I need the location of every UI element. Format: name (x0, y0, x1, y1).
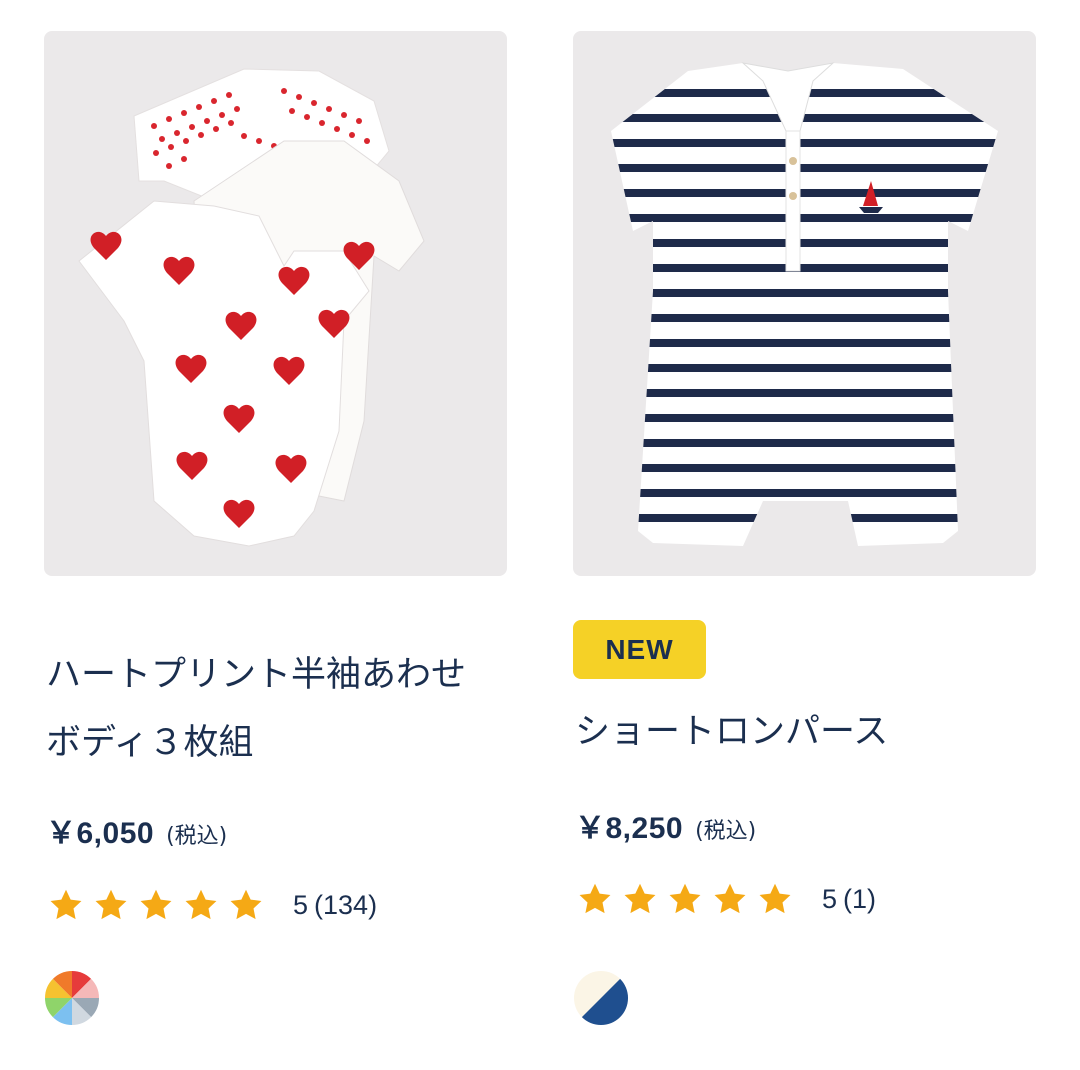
star-icon (577, 881, 613, 917)
star-rating (48, 887, 273, 923)
price: ￥6,050 (46, 817, 155, 850)
price: ￥8,250 (575, 812, 684, 845)
heart-bodysuits-illustration (78, 68, 425, 547)
rating-summary: 5 (1) (822, 884, 876, 915)
rating-row[interactable]: 5 (134) (48, 885, 377, 925)
rating-summary: 5 (134) (293, 890, 377, 921)
star-icon (622, 881, 658, 917)
tax-label: (税込) (695, 819, 757, 844)
price-row: ￥6,050 (税込) (46, 808, 227, 852)
rating-value: 5 (822, 883, 838, 914)
star-icon (183, 887, 219, 923)
product-title-line-2: ボディ３枚組 (46, 723, 254, 763)
price-row: ￥8,250 (税込) (575, 803, 756, 847)
new-badge: NEW (573, 620, 706, 679)
star-rating (577, 881, 802, 917)
product-title-line-1: ハートプリント半袖あわせ (46, 655, 467, 695)
star-icon (228, 887, 264, 923)
tax-label: (税込) (166, 824, 228, 849)
product-card-short-romper[interactable]: NEW ショートロンパース ￥8,250 (税込) 5 (1) (573, 0, 1036, 1070)
star-icon (48, 887, 84, 923)
product-image[interactable] (44, 31, 507, 576)
review-count: (1) (843, 883, 877, 914)
multicolor-swatch[interactable] (44, 970, 100, 1026)
product-title-line-1: ショートロンパース (575, 712, 889, 752)
product-title[interactable]: ハートプリント半袖あわせ ボディ３枚組 (46, 641, 516, 777)
star-icon (93, 887, 129, 923)
star-icon (138, 887, 174, 923)
product-image[interactable] (573, 31, 1036, 576)
product-title[interactable]: ショートロンパース (575, 698, 1045, 766)
rating-row[interactable]: 5 (1) (577, 879, 876, 919)
product-card-heart-bodysuits[interactable]: ハートプリント半袖あわせ ボディ３枚組 ￥6,050 (税込) 5 (134) (44, 0, 507, 1070)
rating-value: 5 (293, 889, 309, 920)
star-icon (712, 881, 748, 917)
star-icon (757, 881, 793, 917)
star-icon (667, 881, 703, 917)
review-count: (134) (314, 889, 378, 920)
striped-romper-illustration (611, 62, 998, 546)
navy-cream-swatch[interactable] (573, 970, 629, 1026)
